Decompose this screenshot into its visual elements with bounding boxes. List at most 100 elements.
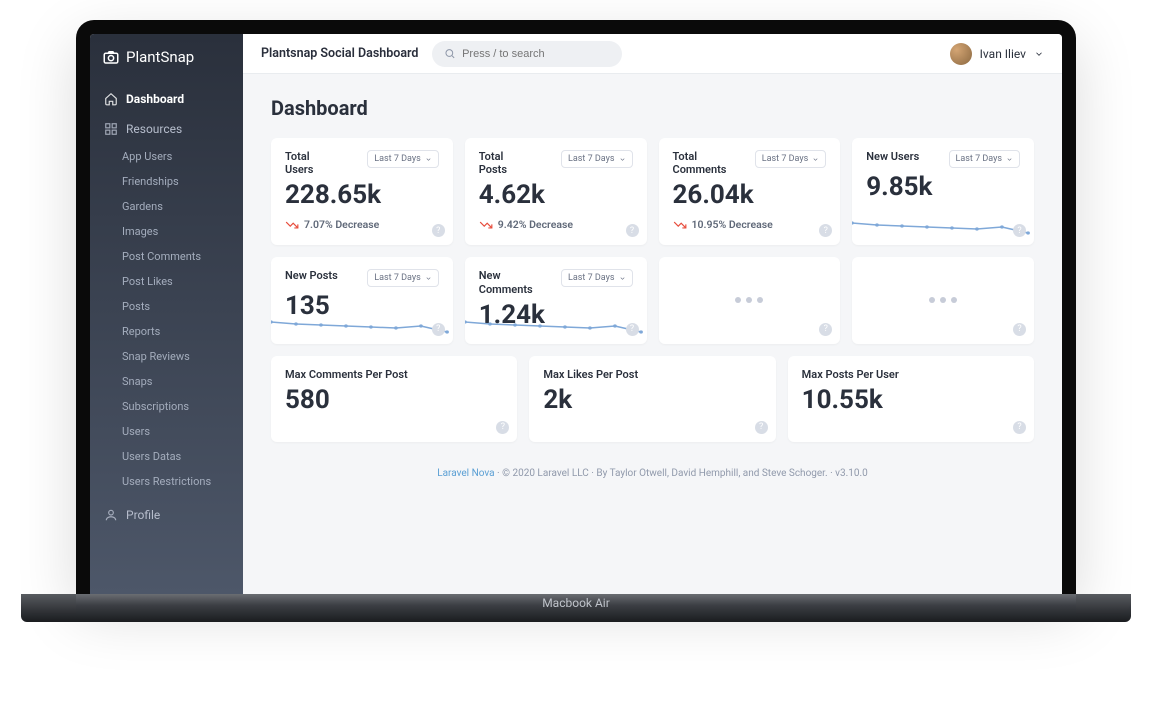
kpi-title: Max Comments Per Post [285, 368, 408, 381]
sidebar-item-dashboard[interactable]: Dashboard [90, 84, 243, 114]
sidebar-item-label: Profile [126, 508, 160, 522]
footer-link[interactable]: Laravel Nova [437, 468, 494, 479]
kpi-title: Max Posts Per User [802, 368, 899, 381]
trend-down-icon [479, 220, 493, 230]
page-title: Dashboard [271, 96, 1034, 120]
user-icon [104, 508, 118, 522]
trend: 10.95% Decrease [673, 218, 827, 231]
kpi-value: 10.55k [802, 385, 1020, 415]
kpi-title: New Users [866, 150, 919, 163]
kpi-card: New UsersLast 7 Days9.85k? [852, 138, 1034, 245]
help-icon[interactable]: ? [1013, 323, 1026, 336]
grid-icon [104, 122, 118, 136]
range-selector[interactable]: Last 7 Days [561, 150, 633, 168]
kpi-card: Max Comments Per Post 580? [271, 356, 517, 442]
loading-indicator [673, 269, 827, 329]
kpi-card: ? [852, 257, 1034, 343]
kpi-card: Max Likes Per Post 2k? [529, 356, 775, 442]
kpi-card: Total Posts Last 7 Days 4.62k 9.42% Decreas… [465, 138, 647, 245]
chevron-down-icon [425, 275, 432, 282]
chevron-down-icon [619, 275, 626, 282]
search-input[interactable] [432, 41, 622, 67]
help-icon[interactable]: ? [755, 421, 768, 434]
chevron-down-icon [812, 156, 819, 163]
chevron-down-icon [619, 156, 626, 163]
sidebar-sub-item[interactable]: Post Likes [90, 269, 243, 294]
kpi-title: Total Posts [479, 150, 534, 176]
kpi-title: Total Comments [673, 150, 728, 176]
kpi-card: Total Users Last 7 Days 228.65k 7.07% Decre… [271, 138, 453, 245]
trend-down-icon [285, 220, 299, 230]
kpi-value: 228.65k [285, 180, 439, 210]
kpi-card: New CommentsLast 7 Days1.24k? [465, 257, 647, 343]
range-selector[interactable]: Last 7 Days [367, 269, 439, 287]
main: Dashboard Total Users Last 7 Days 228.65k 7… [243, 74, 1062, 521]
sidebar-item-label: Dashboard [126, 92, 184, 106]
kpi-title: Max Likes Per Post [543, 368, 638, 381]
sidebar-item-label: Resources [126, 122, 182, 136]
trend-down-icon [673, 220, 687, 230]
search-icon [444, 47, 456, 60]
help-icon[interactable]: ? [626, 323, 639, 336]
home-icon [104, 92, 118, 106]
breadcrumb: Plantsnap Social Dashboard [261, 46, 418, 61]
range-selector[interactable]: Last 7 Days [561, 269, 633, 287]
camera-icon [102, 48, 120, 66]
kpi-card: New PostsLast 7 Days135? [271, 257, 453, 343]
sidebar-sub-item[interactable]: Post Comments [90, 244, 243, 269]
brand-name: PlantSnap [126, 48, 194, 66]
sidebar-sub-item[interactable]: Images [90, 219, 243, 244]
chevron-down-icon [1006, 156, 1013, 163]
help-icon[interactable]: ? [432, 323, 445, 336]
user-name: Ivan Iliev [980, 47, 1026, 61]
search-field[interactable] [462, 48, 610, 60]
kpi-title: New Comments [479, 269, 534, 295]
user-menu[interactable]: Ivan Iliev [950, 43, 1044, 65]
kpi-value: 9.85k [866, 172, 1020, 202]
help-icon[interactable]: ? [1013, 421, 1026, 434]
sidebar-sub-item[interactable]: Users [90, 419, 243, 444]
kpi-value: 2k [543, 385, 761, 415]
loading-indicator [866, 269, 1020, 329]
sidebar-sub-item[interactable]: Users Restrictions [90, 469, 243, 494]
kpi-title: Total Users [285, 150, 340, 176]
sidebar-sub-item[interactable]: Reports [90, 319, 243, 344]
kpi-title: New Posts [285, 269, 338, 282]
help-icon[interactable]: ? [819, 224, 832, 237]
sidebar-sub-item[interactable]: Users Datas [90, 444, 243, 469]
sidebar-sub-item[interactable]: App Users [90, 144, 243, 169]
range-selector[interactable]: Last 7 Days [367, 150, 439, 168]
footer: Laravel Nova · © 2020 Laravel LLC · By T… [271, 460, 1034, 499]
trend: 7.07% Decrease [285, 218, 439, 231]
kpi-card: Max Posts Per User 10.55k? [788, 356, 1034, 442]
sidebar-sub-item[interactable]: Gardens [90, 194, 243, 219]
sidebar-sub-item[interactable]: Subscriptions [90, 394, 243, 419]
kpi-card: ? [659, 257, 841, 343]
range-selector[interactable]: Last 7 Days [755, 150, 827, 168]
sidebar-sub-item[interactable]: Snaps [90, 369, 243, 394]
help-icon[interactable]: ? [496, 421, 509, 434]
kpi-card: Total CommentsLast 7 Days26.04k10.95% De… [659, 138, 841, 245]
avatar [950, 43, 972, 65]
device-label: Macbook Air [21, 594, 1131, 622]
footer-text: · © 2020 Laravel LLC · By Taylor Otwell,… [495, 468, 868, 479]
sidebar-item-resources[interactable]: Resources [90, 114, 243, 144]
content-area: Plantsnap Social Dashboard Ivan Iliev Da… [243, 34, 1062, 594]
sidebar-sub-item[interactable]: Friendships [90, 169, 243, 194]
app-window: PlantSnap Dashboard Resources App UsersF… [90, 34, 1062, 594]
help-icon[interactable]: ? [819, 323, 832, 336]
kpi-value: 4.62k [479, 180, 633, 210]
sidebar-sub-item[interactable]: Snap Reviews [90, 344, 243, 369]
trend: 9.42% Decrease [479, 218, 633, 231]
chevron-down-icon [425, 156, 432, 163]
sidebar-item-profile[interactable]: Profile [90, 500, 243, 530]
chevron-down-icon [1034, 49, 1044, 59]
sidebar: PlantSnap Dashboard Resources App UsersF… [90, 34, 243, 594]
kpi-value: 580 [285, 385, 503, 415]
sidebar-sub-item[interactable]: Posts [90, 294, 243, 319]
help-icon[interactable]: ? [432, 224, 445, 237]
brand: PlantSnap [90, 34, 243, 80]
help-icon[interactable]: ? [626, 224, 639, 237]
sparkline [271, 310, 453, 344]
range-selector[interactable]: Last 7 Days [949, 150, 1021, 168]
